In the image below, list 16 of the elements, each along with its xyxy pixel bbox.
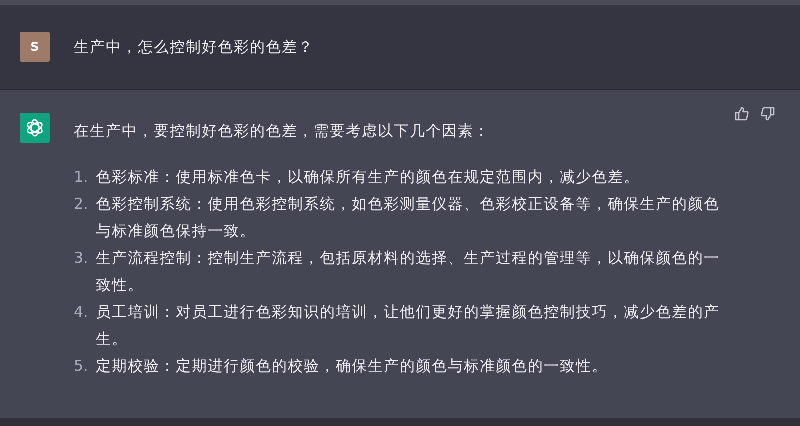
list-number: 3. <box>74 248 90 269</box>
list-item-text: 定期校验：定期进行颜色的校验，确保生产的颜色与标准颜色的一致性。 <box>96 356 609 377</box>
message-text: 生产中，怎么控制好色彩的色差？ <box>74 38 314 56</box>
list-number: 2. <box>74 194 90 215</box>
thumbs-down-icon[interactable] <box>760 106 776 122</box>
list-number: 4. <box>74 302 90 323</box>
thumbs-up-icon[interactable] <box>734 106 750 122</box>
list-item-text: 色彩控制系统：使用色彩控制系统，如色彩测量仪器、色彩校正设备等，确保生产的颜色与标准颜色保持一致。 <box>96 194 721 242</box>
list-number: 5. <box>74 356 90 377</box>
assistant-logo-icon <box>20 113 50 143</box>
list-item-text: 员工培训：对员工进行色彩知识的培训，让他们更好的掌握颜色控制技巧，减少色差的产生。 <box>96 302 721 350</box>
list-item-text: 色彩标准：使用标准色卡，以确保所有生产的颜色在规定范围内，减少色差。 <box>96 167 641 188</box>
list-item-text: 生产流程控制：控制生产流程，包括原材料的选择、生产过程的管理等，以确保颜色的一致性。 <box>96 248 721 296</box>
user-avatar: S <box>20 32 50 62</box>
message-text: 在生产中，要控制好色彩的色差，需要考虑以下几个因素： <box>74 121 491 142</box>
list-number: 1. <box>74 167 90 188</box>
